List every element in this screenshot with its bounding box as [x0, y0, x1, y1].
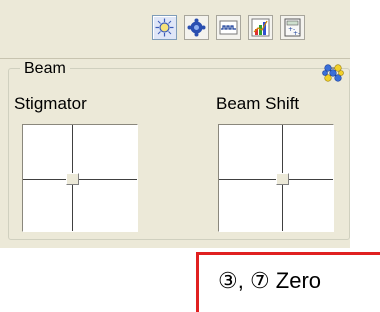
stigmator-handle[interactable] — [66, 173, 79, 185]
chart-button[interactable] — [248, 15, 273, 40]
beam-shift-handle[interactable] — [276, 173, 289, 185]
bar-chart-icon — [251, 18, 270, 37]
svg-text:+-: +- — [293, 30, 300, 37]
gear-icon — [187, 18, 206, 37]
sun-crosshair-icon — [155, 18, 174, 37]
calculator-icon: +- +- — [284, 18, 301, 37]
settings-button[interactable] — [184, 15, 209, 40]
beam-button[interactable] — [152, 15, 177, 40]
beam-legend: Beam — [20, 60, 70, 78]
zero-callout-text: ③, ⑦ Zero — [218, 268, 322, 293]
stigmator-horizontal-axis — [23, 179, 137, 180]
beam-shift-pad[interactable] — [218, 124, 334, 232]
waveform-icon — [219, 20, 238, 35]
stigmator-pad[interactable] — [22, 124, 138, 232]
molecule-icon[interactable] — [322, 62, 344, 84]
beam-shift-label: Beam Shift — [216, 94, 300, 113]
toolbar: +- +- — [0, 0, 350, 59]
control-panel: +- +- Beam Stigmator Beam Shift — [0, 0, 350, 248]
calculator-button[interactable]: +- +- — [280, 15, 305, 40]
waveform-button[interactable] — [216, 15, 241, 40]
stigmator-label: Stigmator — [14, 94, 87, 113]
